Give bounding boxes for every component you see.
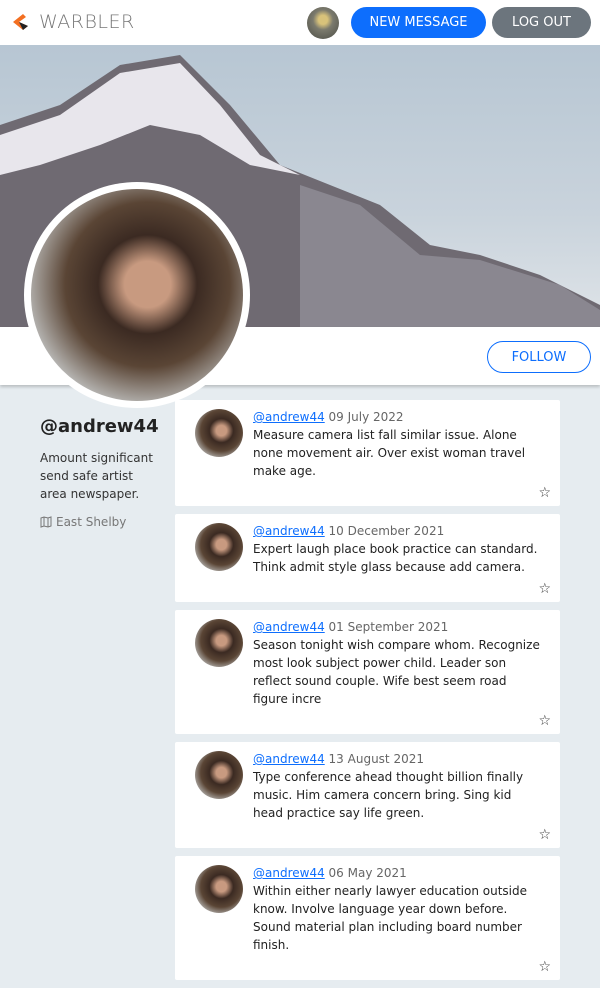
message-text: Type conference ahead thought billion fi…	[253, 770, 524, 820]
star-icon[interactable]: ☆	[538, 581, 551, 597]
message-user-link[interactable]: @andrew44	[253, 410, 325, 424]
navbar: WARBLER NEW MESSAGE LOG OUT	[0, 0, 600, 45]
message-user-link[interactable]: @andrew44	[253, 866, 325, 880]
message-item: @andrew44 06 May 2021 Within either nearl…	[175, 856, 560, 980]
message-text: Within either nearly lawyer education ou…	[253, 884, 528, 952]
brand-name[interactable]: WARBLER	[39, 11, 135, 33]
user-avatar[interactable]	[307, 7, 339, 39]
message-item: @andrew44 01 September 2021 Season tonigh…	[175, 610, 560, 734]
map-icon	[40, 516, 52, 528]
message-item: @andrew44 13 August 2021 Type conference …	[175, 742, 560, 848]
message-user-link[interactable]: @andrew44	[253, 620, 325, 634]
message-avatar[interactable]	[195, 523, 243, 571]
message-date: 09 July 2022	[328, 410, 404, 424]
follow-button[interactable]: FOLLOW	[487, 341, 591, 373]
message-user-link[interactable]: @andrew44	[253, 752, 325, 766]
message-text: Expert laugh place book practice can sta…	[253, 542, 538, 574]
message-date: 10 December 2021	[328, 524, 445, 538]
profile-username: @andrew44	[40, 416, 159, 437]
location-text: East Shelby	[56, 515, 127, 529]
message-text: Season tonight wish compare whom. Recogn…	[253, 638, 540, 706]
message-avatar[interactable]	[195, 619, 243, 667]
new-message-button[interactable]: NEW MESSAGE	[351, 7, 486, 38]
message-avatar[interactable]	[195, 865, 243, 913]
message-avatar[interactable]	[195, 751, 243, 799]
message-user-link[interactable]: @andrew44	[253, 524, 325, 538]
warbler-logo-icon[interactable]	[9, 11, 31, 33]
message-date: 01 September 2021	[328, 620, 449, 634]
star-icon[interactable]: ☆	[538, 713, 551, 729]
message-item: @andrew44 10 December 2021 Expert laugh p…	[175, 514, 560, 602]
message-item: @andrew44 09 July 2022 Measure camera lis…	[175, 400, 560, 506]
profile-avatar	[24, 182, 250, 408]
star-icon[interactable]: ☆	[538, 485, 551, 501]
message-date: 13 August 2021	[328, 752, 424, 766]
star-icon[interactable]: ☆	[538, 959, 551, 975]
profile-bio: Amount significant send safe artist area…	[40, 451, 153, 501]
logout-button[interactable]: LOG OUT	[492, 7, 591, 38]
message-date: 06 May 2021	[328, 866, 407, 880]
profile-location: East Shelby	[40, 515, 126, 529]
star-icon[interactable]: ☆	[538, 827, 551, 843]
message-avatar[interactable]	[195, 409, 243, 457]
message-text: Measure camera list fall similar issue. …	[253, 428, 526, 478]
